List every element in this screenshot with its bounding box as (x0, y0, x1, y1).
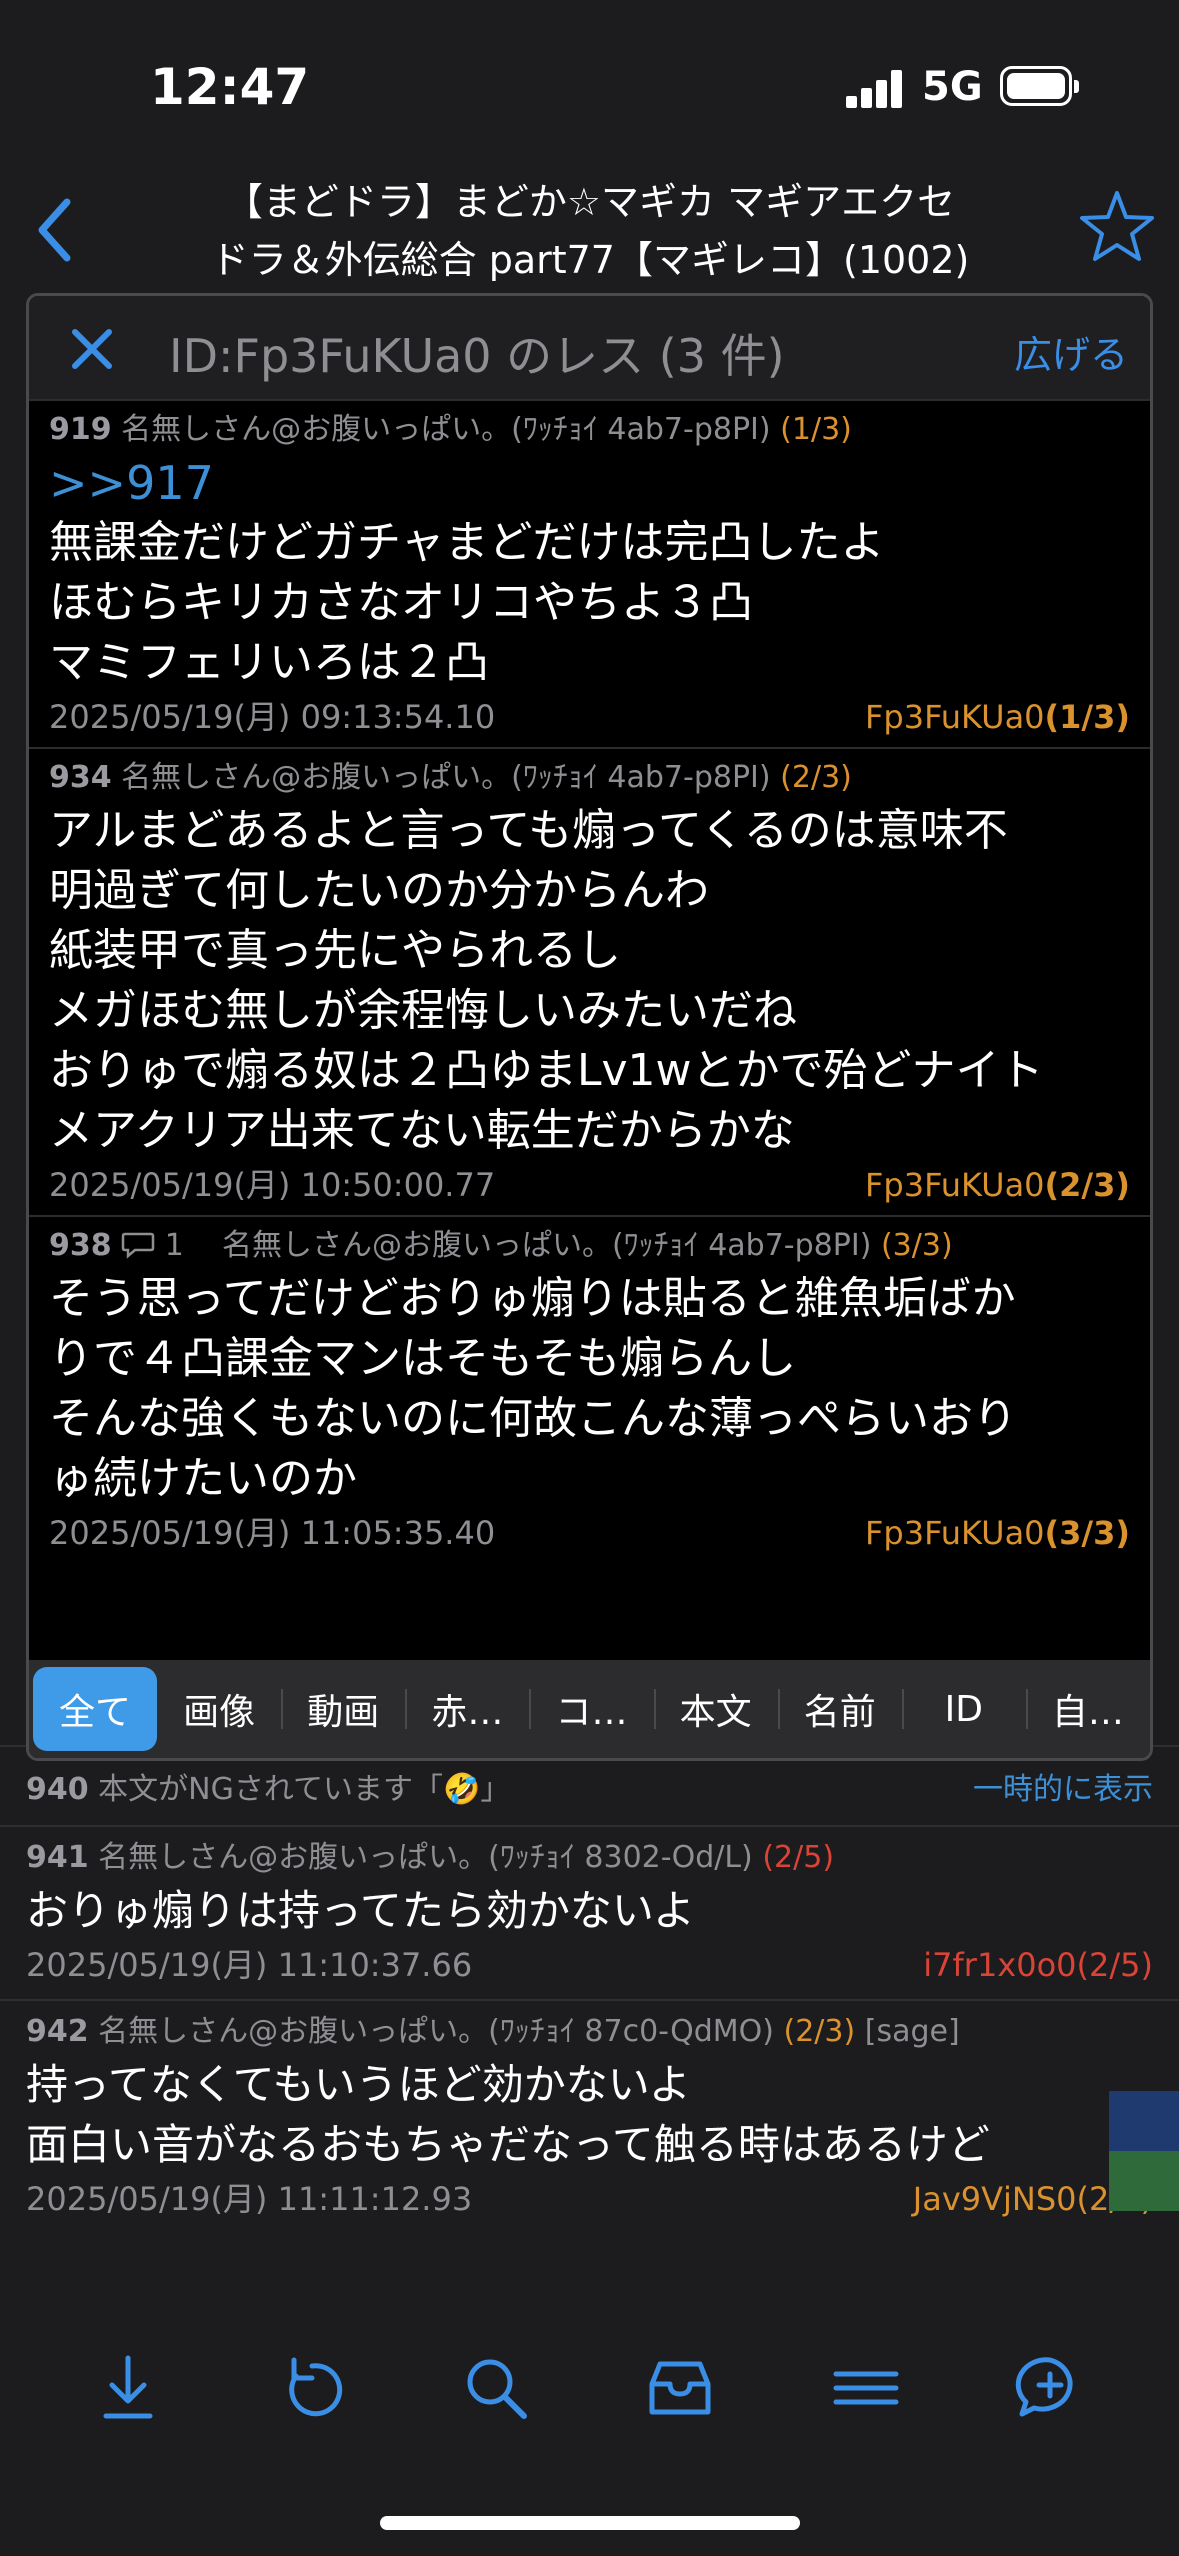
thread-list: 940 本文がNGされています「🤣」 一時的に表示 941 名無しさん@お腹いっ… (0, 1745, 1179, 2233)
poster-name[interactable]: 名無しさん@お腹いっぱい。(ﾜｯﾁｮｲ 87c0-QdMO) (98, 2014, 774, 2049)
post-941: 941 名無しさん@お腹いっぱい。(ﾜｯﾁｮｲ 8302-Od/L) (2/5)… (0, 1825, 1179, 1999)
post-body-line2: 面白い音がなるおもちゃだなって触る時はあるけど (26, 2120, 990, 2169)
post-date: 2025/05/19(月) 10:50:00.77 (49, 1166, 496, 1204)
post-body-line: メガほむ無しが余程悔しいみたいだね (49, 985, 797, 1036)
filter-all[interactable]: 全て (33, 1667, 158, 1751)
scroll-marker-green (1109, 2151, 1179, 2211)
post-body-line: 紙装甲で真っ先にやられるし (49, 925, 621, 976)
post-count: (2/5) (762, 1840, 835, 1875)
post-id[interactable]: i7fr1x0o0(2/5) (923, 1941, 1153, 1989)
poster-name[interactable]: 名無しさん@お腹いっぱい。(ﾜｯﾁｮｲ 8302-Od/L) (98, 1840, 753, 1875)
post-body-line1: 持ってなくてもいうほど効かないよ (26, 2060, 691, 2109)
post-body-line: マミフェリいろは２凸 (49, 637, 489, 688)
filter-comment[interactable]: コ… (529, 1667, 653, 1751)
close-icon[interactable] (67, 324, 117, 374)
post-date: 2025/05/19(月) 11:10:37.66 (26, 1946, 473, 1984)
filter-bar: 全て 画像 動画 赤… コ… 本文 名前 ID 自… (29, 1660, 1150, 1758)
post-body-line: メアクリア出来てない転生だからかな (49, 1105, 795, 1156)
show-temporarily-link[interactable]: 一時的に表示 (973, 1767, 1153, 1813)
popup-post-938: 938 1 名無しさん@お腹いっぱい。(ﾜｯﾁｮｲ 4ab7-p8PI) (3/… (29, 1217, 1150, 1563)
signal-icon (846, 70, 904, 108)
ng-text: 本文がNGされています「🤣」 (98, 1772, 511, 1807)
filter-self[interactable]: 自… (1025, 1667, 1150, 1751)
filter-id[interactable]: ID (901, 1667, 1026, 1751)
id-popup: ID:Fp3FuKUa0 のレス (3 件) 広げる 919 名無しさん@お腹い… (26, 293, 1153, 1761)
post-body-line: ほむらキリカさなオリコやちよ３凸 (49, 577, 753, 628)
speech-bubble-icon (121, 1232, 155, 1259)
post-number[interactable]: 919 (49, 412, 112, 447)
popup-title: ID:Fp3FuKUa0 のレス (3 件) (169, 329, 785, 383)
post-count: (2/3) (783, 2014, 856, 2049)
post-date: 2025/05/19(月) 09:13:54.10 (49, 698, 496, 736)
filter-red[interactable]: 赤… (405, 1667, 529, 1751)
nav-bar: 【まどドラ】まどか☆マギカ マギアエクセ ドラ＆外伝総合 part77【マギレコ… (0, 165, 1179, 295)
thread-title-line1: 【まどドラ】まどか☆マギカ マギアエクセ (224, 180, 956, 224)
battery-icon (1000, 66, 1079, 106)
filter-image[interactable]: 画像 (157, 1667, 281, 1751)
thread-title: 【まどドラ】まどか☆マギカ マギアエクセ ドラ＆外伝総合 part77【マギレコ… (150, 173, 1030, 289)
post-942: 942 名無しさん@お腹いっぱい。(ﾜｯﾁｮｲ 87c0-QdMO) (2/3)… (0, 1999, 1179, 2233)
post-number[interactable]: 938 (49, 1228, 112, 1263)
network-label: 5G (922, 64, 983, 110)
status-bar: 12:47 5G (0, 0, 1179, 150)
post-number[interactable]: 942 (26, 2014, 89, 2049)
post-count: (3/3) (880, 1228, 953, 1263)
back-chevron-icon[interactable] (22, 190, 92, 270)
post-date: 2025/05/19(月) 11:11:12.93 (26, 2180, 473, 2218)
post-body-line: 明過ぎて何したいのか分からんわ (49, 865, 709, 916)
post-id[interactable]: Fp3FuKUa0(2/3) (865, 1161, 1130, 1209)
post-id[interactable]: Fp3FuKUa0(3/3) (865, 1509, 1130, 1557)
reply-count-badge[interactable]: 1 (121, 1228, 193, 1263)
post-body-line: 無課金だけどガチャまどだけは完凸したよ (49, 517, 885, 568)
post-body-line: おりゅで煽る奴は２凸ゆまLv1wとかで殆どナイト (49, 1045, 1044, 1096)
post-number[interactable]: 934 (49, 760, 112, 795)
post-number[interactable]: 941 (26, 1840, 89, 1875)
filter-body[interactable]: 本文 (653, 1667, 778, 1751)
post-count: (2/3) (780, 760, 852, 795)
popup-header: ID:Fp3FuKUa0 のレス (3 件) 広げる (29, 296, 1150, 401)
poster-name[interactable]: 名無しさん@お腹いっぱい。(ﾜｯﾁｮｲ 4ab7-p8PI) (121, 412, 770, 447)
post-body: おりゅ煽りは持ってたら効かないよ (26, 1886, 696, 1935)
expand-button[interactable]: 広げる (1014, 324, 1128, 379)
post-date: 2025/05/19(月) 11:05:35.40 (49, 1514, 496, 1552)
post-count: (1/3) (780, 412, 852, 447)
poster-name[interactable]: 名無しさん@お腹いっぱい。(ﾜｯﾁｮｲ 4ab7-p8PI) (222, 1228, 871, 1263)
post-body-line: そんな強くもないのに何故こんな薄っぺらいおり (49, 1393, 1017, 1444)
post-body-line: ゅ続けたいのか (49, 1453, 357, 1504)
filter-name[interactable]: 名前 (777, 1667, 902, 1751)
post-body-line: りで４凸課金マンはそもそも煽らんし (49, 1333, 797, 1384)
reply-anchor-link[interactable]: >>917 (49, 453, 1130, 513)
refresh-icon[interactable] (272, 2348, 352, 2428)
post-body-line: アルまどあるよと言っても煽ってくるのは意味不 (49, 805, 1008, 856)
compose-icon[interactable] (1010, 2348, 1090, 2428)
scroll-marker-blue (1109, 2091, 1179, 2151)
popup-post-934: 934 名無しさん@お腹いっぱい。(ﾜｯﾁｮｲ 4ab7-p8PI) (2/3)… (29, 749, 1150, 1217)
thread-title-line2: ドラ＆外伝総合 part77【マギレコ】(1002) (210, 238, 970, 282)
status-time: 12:47 (150, 58, 310, 116)
download-icon[interactable] (88, 2348, 168, 2428)
filter-video[interactable]: 動画 (281, 1667, 405, 1751)
post-id[interactable]: Fp3FuKUa0(1/3) (865, 693, 1130, 741)
post-body-line: そう思ってだけどおりゅ煽りは貼ると雑魚垢ばか (49, 1273, 1016, 1324)
home-indicator[interactable] (380, 2516, 800, 2530)
favorite-star-icon[interactable] (1077, 187, 1157, 267)
search-icon[interactable] (456, 2348, 536, 2428)
poster-name[interactable]: 名無しさん@お腹いっぱい。(ﾜｯﾁｮｲ 4ab7-p8PI) (121, 760, 770, 795)
inbox-icon[interactable] (640, 2348, 720, 2428)
sage-label: [sage] (864, 2014, 960, 2049)
popup-post-919: 919 名無しさん@お腹いっぱい。(ﾜｯﾁｮｲ 4ab7-p8PI) (1/3)… (29, 401, 1150, 749)
menu-icon[interactable] (826, 2348, 906, 2428)
post-number[interactable]: 940 (26, 1772, 89, 1807)
